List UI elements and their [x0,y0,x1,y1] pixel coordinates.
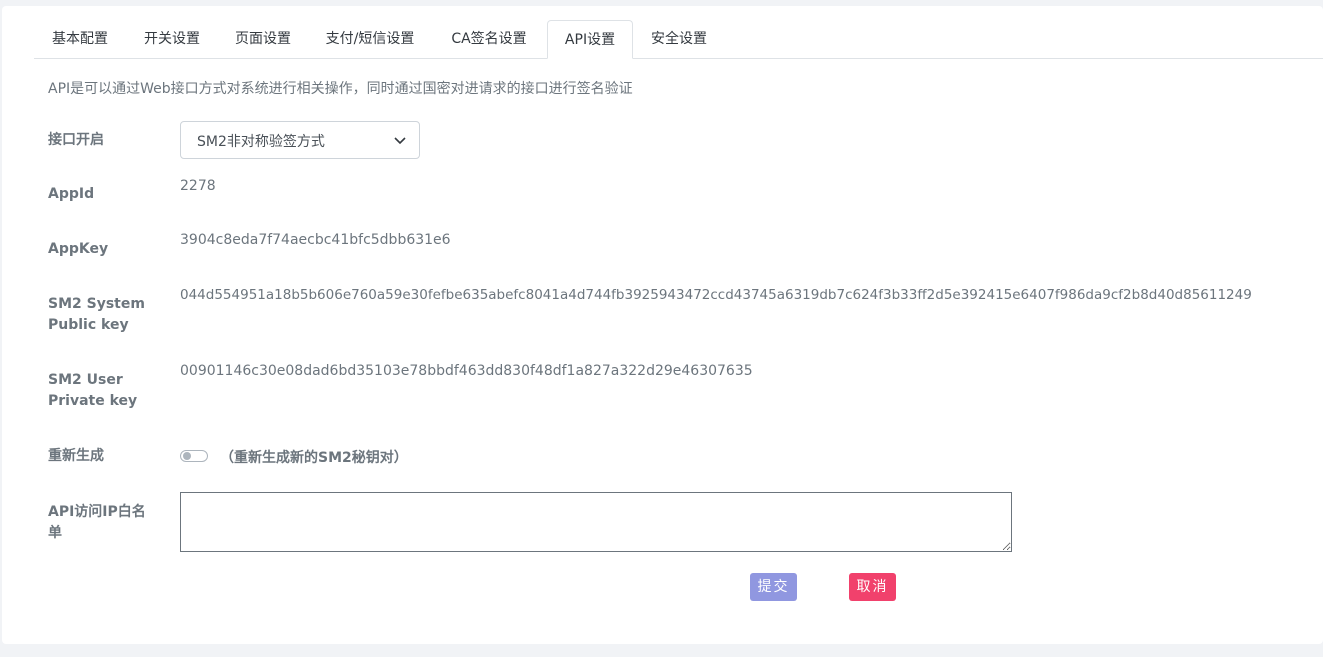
appid-value: 2278 [180,178,216,194]
tab-bar: 基本配置 开关设置 页面设置 支付/短信设置 CA签名设置 API设置 安全设置 [34,20,1323,59]
cancel-button[interactable]: 取消 [849,573,896,601]
public-key-label-line2: Public key [48,317,129,333]
ip-whitelist-label-line1: API访问IP白名 [48,504,146,520]
private-key-label-line2: Private key [48,393,138,409]
public-key-label-line1: SM2 System [48,296,145,312]
interface-select[interactable]: SM2非对称验签方式 [180,121,420,159]
interface-label: 接口开启 [48,132,104,148]
interface-select-value: SM2非对称验签方式 [197,134,325,150]
submit-button[interactable]: 提交 [750,573,797,601]
private-key-label: SM2 User Private key [48,370,158,412]
regenerate-label: 重新生成 [48,448,104,464]
tab-payment-sms-settings[interactable]: 支付/短信设置 [308,20,432,58]
regenerate-note: （重新生成新的SM2秘钥对） [220,450,408,466]
ip-whitelist-label-line2: 单 [48,525,62,541]
private-key-label-line1: SM2 User [48,372,123,388]
tab-switch-settings[interactable]: 开关设置 [126,20,218,58]
toggle-knob [183,452,191,460]
api-description: API是可以通过Web接口方式对系统进行相关操作，同时通过国密对进请求的接口进行… [48,81,633,97]
tab-ca-signature-settings[interactable]: CA签名设置 [432,20,546,58]
ip-whitelist-input[interactable] [180,492,1012,552]
appkey-label: AppKey [48,241,109,257]
tab-api-settings[interactable]: API设置 [547,20,633,59]
chevron-down-icon [394,137,406,145]
tab-page-settings[interactable]: 页面设置 [218,20,308,58]
appkey-value: 3904c8eda7f74aecbc41bfc5dbb631e6 [180,232,451,248]
appid-label: AppId [48,186,95,202]
private-key-value: 00901146c30e08dad6bd35103e78bbdf463dd830… [180,363,753,379]
regenerate-toggle[interactable] [180,450,208,462]
tab-basic-config[interactable]: 基本配置 [34,20,126,58]
tab-security-settings[interactable]: 安全设置 [633,20,725,58]
ip-whitelist-label: API访问IP白名 单 [48,502,158,544]
public-key-value: 044d554951a18b5b606e760a59e30fefbe635abe… [180,287,1252,303]
public-key-label: SM2 System Public key [48,294,158,336]
